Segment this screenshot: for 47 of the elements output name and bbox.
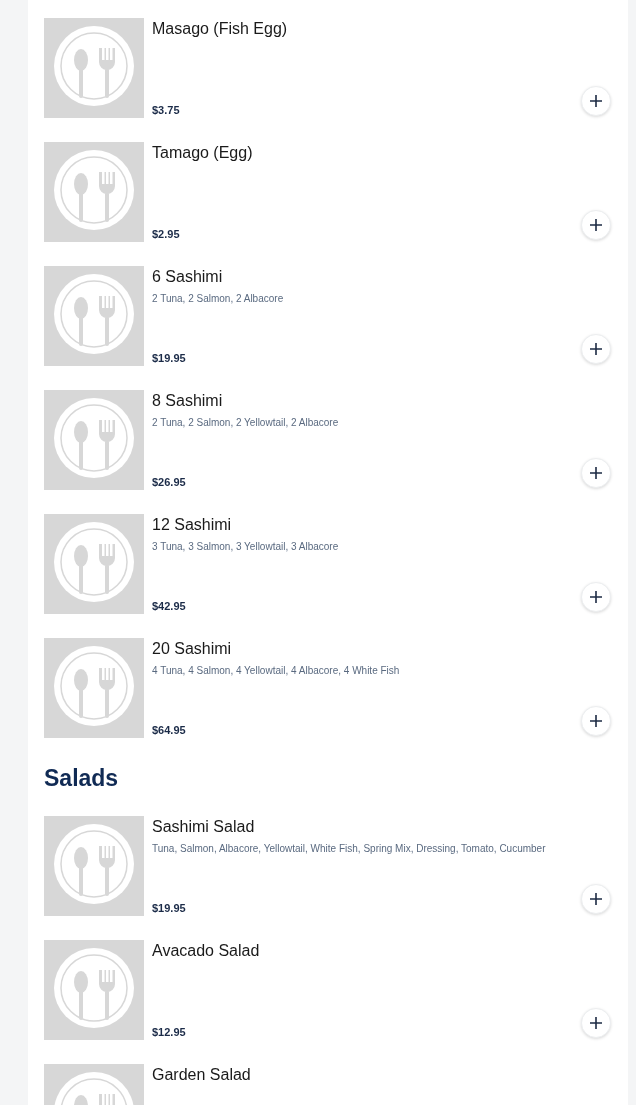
item-description: 2 Tuna, 2 Salmon, 2 Yellowtail, 2 Albacore: [152, 416, 340, 429]
item-description: 3 Tuna, 3 Salmon, 3 Yellowtail, 3 Albacore: [152, 540, 340, 553]
plus-icon: [590, 219, 602, 231]
item-price: $42.95: [152, 599, 187, 613]
item-name: Avacado Salad: [152, 941, 261, 961]
item-name: 8 Sashimi: [152, 391, 224, 411]
placeholder-icon: [44, 390, 144, 490]
add-button[interactable]: [581, 706, 611, 736]
item-name: Masago (Fish Egg): [152, 19, 289, 39]
placeholder-icon: [44, 18, 144, 118]
item-name: 12 Sashimi: [152, 515, 233, 535]
plus-icon: [590, 343, 602, 355]
add-button[interactable]: [581, 86, 611, 116]
placeholder-icon: [44, 514, 144, 614]
placeholder-icon: [44, 142, 144, 242]
plus-icon: [590, 95, 602, 107]
item-description: 4 Tuna, 4 Salmon, 4 Yellowtail, 4 Albacore, 4 White Fish: [152, 664, 401, 677]
plus-icon: [590, 467, 602, 479]
plus-icon: [590, 591, 602, 603]
add-button[interactable]: [581, 458, 611, 488]
placeholder-icon: [44, 638, 144, 738]
item-price: $3.75: [152, 103, 181, 117]
placeholder-icon: [44, 816, 144, 916]
plus-icon: [590, 1017, 602, 1029]
item-name: 6 Sashimi: [152, 267, 224, 287]
item-description: Tuna, Salmon, Albacore, Yellowtail, White Fish, Spring Mix, Dressing, Tomato, Cucumber: [152, 842, 547, 855]
item-price: $64.95: [152, 723, 187, 737]
add-button[interactable]: [581, 334, 611, 364]
add-button[interactable]: [581, 582, 611, 612]
item-price: $19.95: [152, 901, 187, 915]
placeholder-icon: [44, 266, 144, 366]
plus-icon: [590, 715, 602, 727]
item-name: Sashimi Salad: [152, 817, 256, 837]
item-name: Garden Salad: [152, 1065, 252, 1085]
placeholder-icon: [44, 940, 144, 1040]
item-price: $2.95: [152, 227, 181, 241]
item-price: $19.95: [152, 351, 187, 365]
plus-icon: [590, 893, 602, 905]
add-button[interactable]: [581, 210, 611, 240]
section-heading: Salads: [44, 764, 120, 792]
add-button[interactable]: [581, 884, 611, 914]
item-name: Tamago (Egg): [152, 143, 254, 163]
item-price: $12.95: [152, 1025, 187, 1039]
add-button[interactable]: [581, 1008, 611, 1038]
item-price: $26.95: [152, 475, 187, 489]
item-description: 2 Tuna, 2 Salmon, 2 Albacore: [152, 292, 285, 305]
item-name: 20 Sashimi: [152, 639, 233, 659]
